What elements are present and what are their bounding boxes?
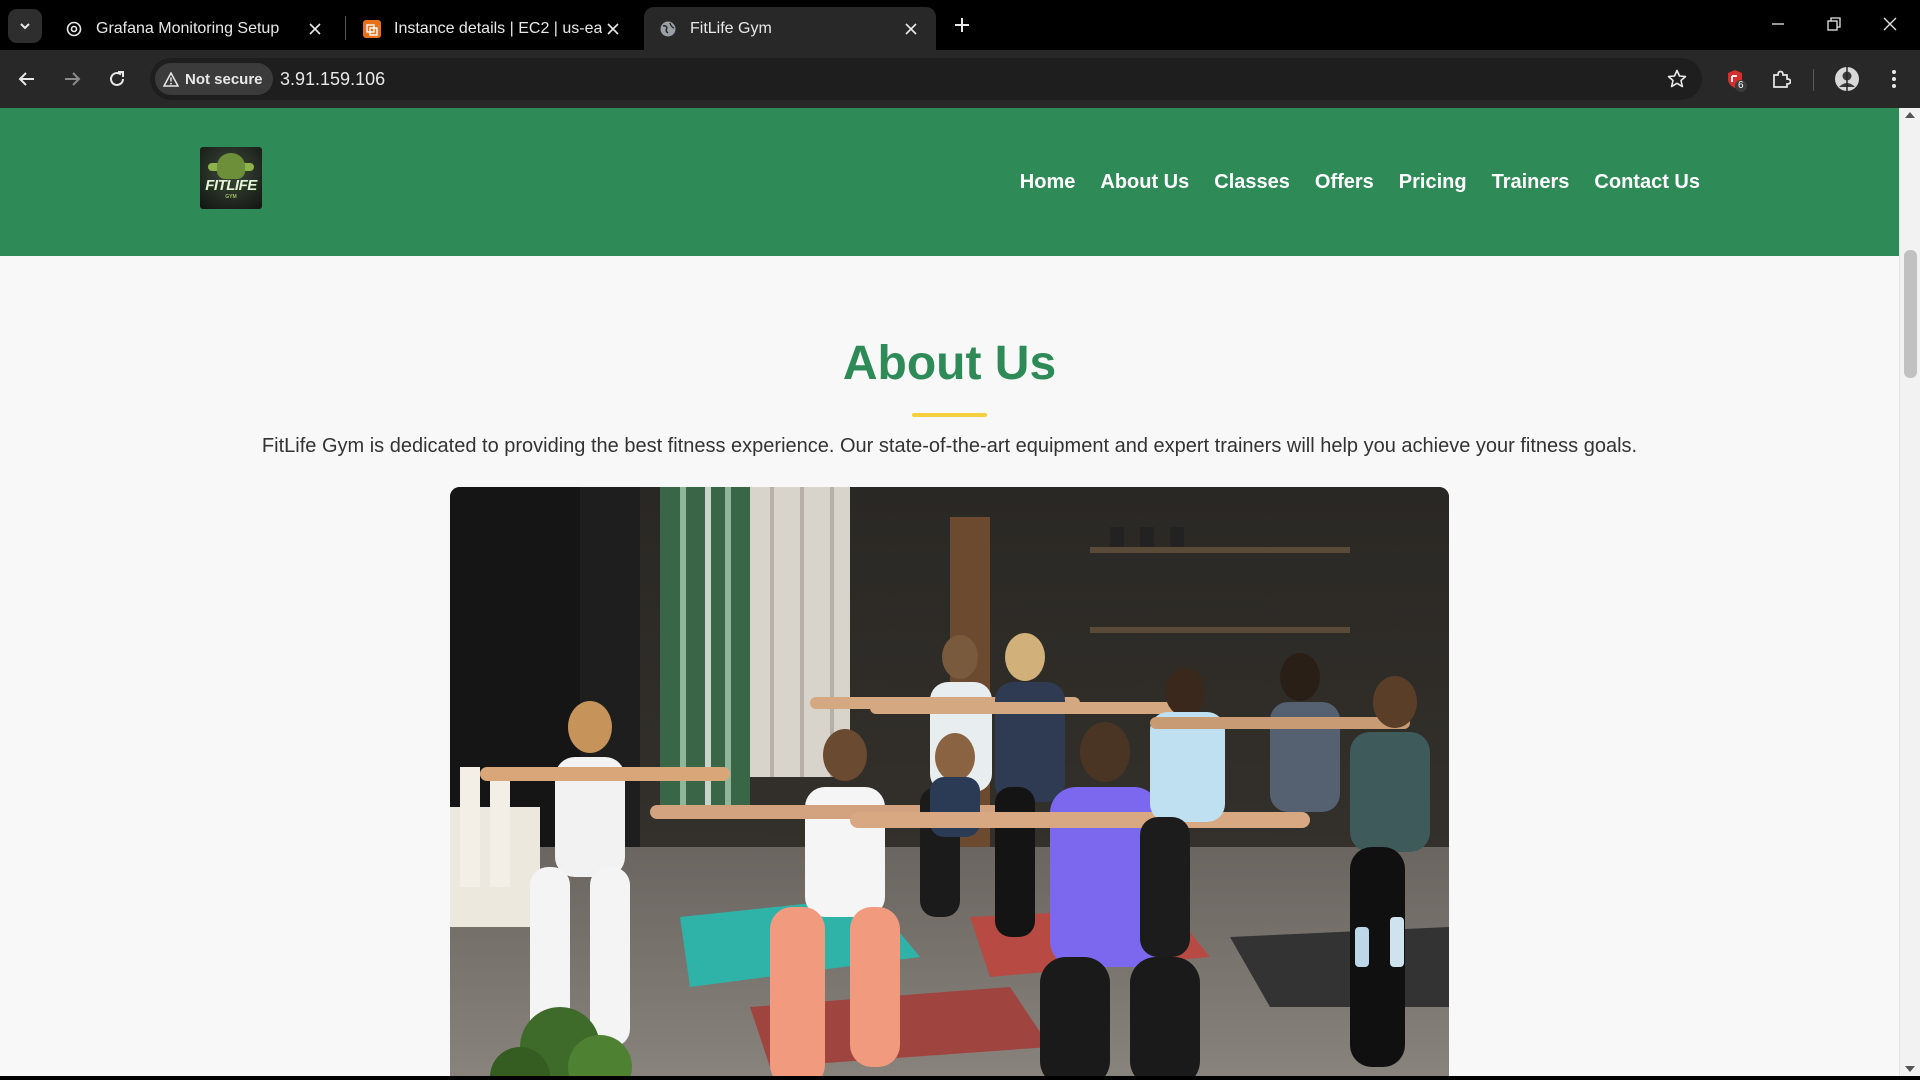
nav-trainers[interactable]: Trainers (1492, 169, 1570, 195)
tab-title: Instance details | EC2 | us-east-1 (394, 19, 602, 37)
chevron-down-icon (20, 23, 30, 30)
more-vertical-icon (1892, 70, 1896, 88)
page-scrollbar[interactable] (1899, 108, 1920, 1076)
site-header: FITLIFE GYM Home About Us Classes Offers… (0, 108, 1899, 256)
reload-button[interactable] (99, 61, 135, 97)
url-text[interactable]: 3.91.159.106 (280, 69, 385, 90)
back-button[interactable] (9, 61, 45, 97)
extension-button[interactable]: 6 (1717, 61, 1753, 97)
extensions-menu-button[interactable] (1763, 61, 1799, 97)
main-nav: Home About Us Classes Offers Pricing Tra… (1020, 169, 1700, 195)
scroll-thumb[interactable] (1904, 250, 1917, 378)
minimize-button[interactable] (1756, 8, 1800, 40)
tab-title: Grafana Monitoring Setup (96, 19, 280, 37)
star-icon (1667, 69, 1687, 88)
scroll-down-arrow-icon[interactable] (1905, 1066, 1915, 1072)
logo-graphic (217, 153, 245, 179)
title-underline (912, 413, 987, 417)
security-label: Not secure (185, 70, 263, 88)
extension-badge: 6 (1735, 80, 1747, 92)
logo-wordmark: FITLIFE (205, 177, 257, 194)
chrome-menu-button[interactable] (1876, 61, 1912, 97)
restore-icon (1827, 17, 1841, 31)
nav-offers[interactable]: Offers (1315, 169, 1374, 195)
logo-subtext: GYM (225, 194, 237, 200)
close-icon (1883, 17, 1897, 31)
close-icon[interactable] (304, 18, 326, 40)
arrow-right-icon (65, 72, 81, 86)
globe-icon (658, 19, 678, 39)
close-window-button[interactable] (1868, 8, 1912, 40)
close-icon[interactable] (900, 18, 922, 40)
restore-button[interactable] (1812, 8, 1856, 40)
tab-fitlife-gym[interactable]: FitLife Gym (644, 7, 936, 50)
forward-button[interactable] (54, 61, 90, 97)
close-icon[interactable] (602, 18, 624, 40)
avatar-icon (1835, 67, 1859, 91)
warning-icon (163, 71, 179, 87)
puzzle-icon (1773, 70, 1791, 88)
tab-strip: Grafana Monitoring Setup Instance detail… (0, 0, 1920, 50)
section-description: FitLife Gym is dedicated to providing th… (261, 435, 1638, 457)
photo-illustration (450, 487, 1449, 1076)
window-bottom-edge (0, 1076, 1920, 1080)
nav-home[interactable]: Home (1020, 169, 1076, 195)
bookmark-button[interactable] (1664, 66, 1690, 92)
tab-title: FitLife Gym (690, 19, 772, 37)
plus-icon (955, 18, 969, 32)
address-bar[interactable]: Not secure 3.91.159.106 (150, 58, 1702, 100)
tab-divider (345, 16, 346, 40)
nav-pricing[interactable]: Pricing (1399, 169, 1467, 195)
browser-toolbar: Not secure 3.91.159.106 6 (0, 50, 1920, 108)
toolbar-divider (1813, 69, 1814, 91)
yoga-class-photo (450, 487, 1449, 1076)
nav-classes[interactable]: Classes (1214, 169, 1290, 195)
tab-search-button[interactable] (8, 9, 42, 43)
minimize-icon (1772, 23, 1784, 25)
nav-about-us[interactable]: About Us (1100, 169, 1189, 195)
section-title: About Us (842, 337, 1057, 390)
openai-icon (64, 19, 84, 39)
nav-contact-us[interactable]: Contact Us (1594, 169, 1700, 195)
new-tab-button[interactable] (948, 11, 976, 39)
site-logo[interactable]: FITLIFE GYM (200, 147, 262, 209)
page-viewport: FITLIFE GYM Home About Us Classes Offers… (0, 108, 1899, 1076)
site-info-chip[interactable]: Not secure (155, 63, 273, 95)
tab-grafana[interactable]: Grafana Monitoring Setup (50, 7, 340, 50)
reload-icon (110, 71, 124, 86)
tab-ec2-instance[interactable]: Instance details | EC2 | us-east-1 (348, 7, 638, 50)
arrow-left-icon (18, 72, 34, 86)
aws-icon (362, 19, 382, 39)
profile-button[interactable] (1829, 61, 1865, 97)
scroll-up-arrow-icon[interactable] (1905, 112, 1915, 118)
